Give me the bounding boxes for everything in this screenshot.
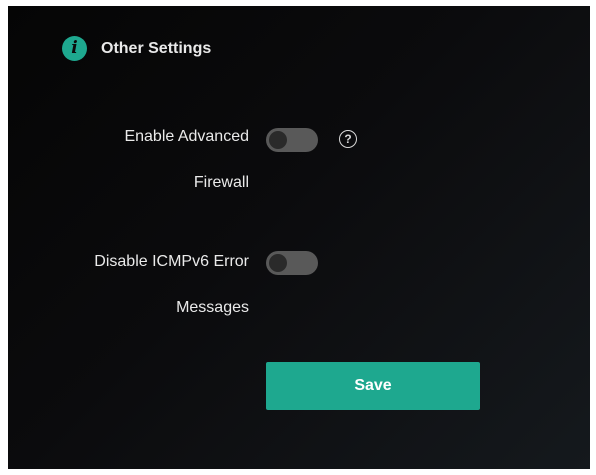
toggle-knob (269, 254, 287, 272)
question-circle-icon[interactable]: ? (339, 130, 357, 148)
icmpv6-error-label-line2: Messages (176, 299, 249, 316)
icmpv6-error-label: Disable ICMPv6 Error (94, 253, 249, 270)
section-title: Other Settings (101, 39, 212, 57)
toggle-knob (269, 131, 287, 149)
other-settings-panel: i Other Settings Enable Advanced Firewal… (8, 6, 590, 469)
advanced-firewall-toggle[interactable] (266, 128, 318, 152)
advanced-firewall-label-line2: Firewall (193, 174, 249, 191)
advanced-firewall-label: Enable Advanced (124, 128, 249, 145)
info-icon: i (62, 36, 87, 61)
icmpv6-error-toggle[interactable] (266, 251, 318, 275)
section-header: i Other Settings (62, 36, 211, 61)
save-button[interactable]: Save (266, 362, 480, 410)
